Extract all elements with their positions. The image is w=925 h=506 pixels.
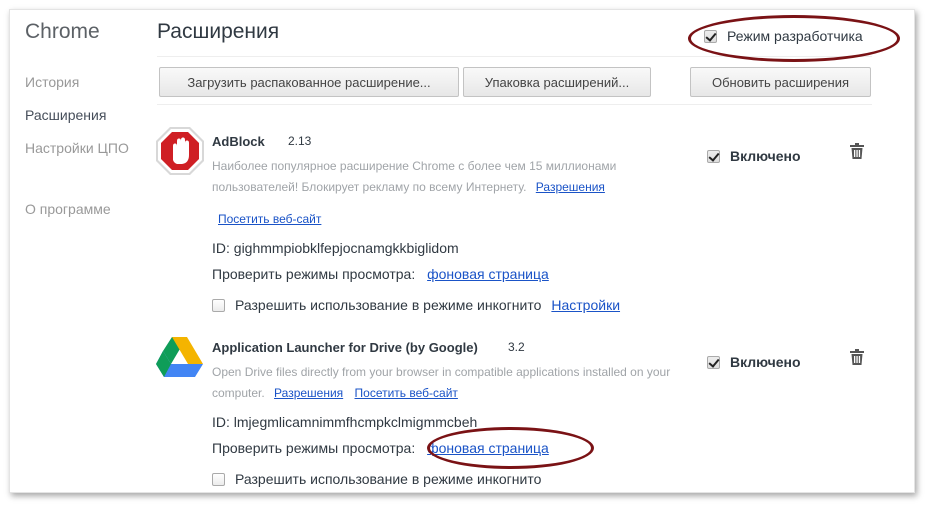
visit-website-link[interactable]: Посетить веб-сайт <box>355 386 458 400</box>
extensions-page: Chrome История Расширения Настройки ЦПО … <box>9 9 915 493</box>
extension-version: 3.2 <box>508 340 525 354</box>
inspect-views-label: Проверить режимы просмотра: <box>212 266 416 282</box>
sidebar-brand: Chrome <box>25 20 100 43</box>
google-drive-icon <box>156 337 203 377</box>
extension-id: ID: gighmmpiobklfepjocnamgkkbiglidom <box>212 240 459 256</box>
permissions-link[interactable]: Разрешения <box>274 386 343 400</box>
sidebar-item-history[interactable]: История <box>25 74 79 90</box>
incognito-option[interactable]: Разрешить использование в режиме инкогни… <box>212 297 620 313</box>
sidebar-item-settings[interactable]: Настройки ЦПО <box>25 140 129 156</box>
enabled-label: Включено <box>730 354 801 370</box>
incognito-checkbox[interactable] <box>212 298 225 312</box>
developer-mode-toggle[interactable]: Режим разработчика <box>704 28 863 44</box>
background-page-link[interactable]: фоновая страница <box>427 440 549 456</box>
extension-description: Open Drive files directly from your brow… <box>212 362 692 404</box>
incognito-checkbox[interactable] <box>212 472 225 486</box>
options-link[interactable]: Настройки <box>551 297 620 313</box>
sidebar-item-about[interactable]: О программе <box>25 201 111 217</box>
enabled-checkbox[interactable] <box>707 149 720 163</box>
load-unpacked-button[interactable]: Загрузить распакованное расширение... <box>159 67 459 97</box>
incognito-option[interactable]: Разрешить использование в режиме инкогни… <box>212 471 541 487</box>
enabled-toggle[interactable]: Включено <box>707 354 801 370</box>
extension-description: Наиболее популярное расширение Chrome с … <box>212 156 692 198</box>
developer-mode-checkbox[interactable] <box>704 29 717 43</box>
extension-version: 2.13 <box>288 134 312 148</box>
update-extensions-button[interactable]: Обновить расширения <box>690 67 871 97</box>
extension-id: ID: lmjegmlicamnimmfhcmpkclmigmmcbeh <box>212 414 478 430</box>
incognito-label: Разрешить использование в режиме инкогни… <box>235 297 542 313</box>
enabled-toggle[interactable]: Включено <box>707 148 801 164</box>
extension-item-drive-launcher: Application Launcher for Drive (by Googl… <box>155 332 895 492</box>
divider <box>157 104 872 105</box>
page-title: Расширения <box>157 20 280 43</box>
background-page-link[interactable]: фоновая страница <box>427 266 549 282</box>
enabled-label: Включено <box>730 148 801 164</box>
sidebar: Chrome История Расширения Настройки ЦПО … <box>10 10 150 492</box>
inspect-views: Проверить режимы просмотра: фоновая стра… <box>212 440 549 456</box>
inspect-views-label: Проверить режимы просмотра: <box>212 440 416 456</box>
trash-icon[interactable] <box>850 349 864 365</box>
enabled-checkbox[interactable] <box>707 355 720 369</box>
extension-item-adblock: AdBlock 2.13 Наиболее популярное расшире… <box>155 126 895 313</box>
divider <box>157 56 872 57</box>
inspect-views: Проверить режимы просмотра: фоновая стра… <box>212 266 549 282</box>
permissions-link[interactable]: Разрешения <box>536 180 605 194</box>
sidebar-item-extensions[interactable]: Расширения <box>25 107 106 123</box>
incognito-label: Разрешить использование в режиме инкогни… <box>235 471 542 487</box>
visit-website-link[interactable]: Посетить веб-сайт <box>218 212 321 226</box>
trash-icon[interactable] <box>850 143 864 159</box>
adblock-stop-hand-icon <box>156 127 204 175</box>
pack-extensions-button[interactable]: Упаковка расширений... <box>463 67 651 97</box>
extension-name: Application Launcher for Drive (by Googl… <box>212 340 478 355</box>
extension-name: AdBlock <box>212 134 265 149</box>
developer-mode-label: Режим разработчика <box>727 28 863 44</box>
